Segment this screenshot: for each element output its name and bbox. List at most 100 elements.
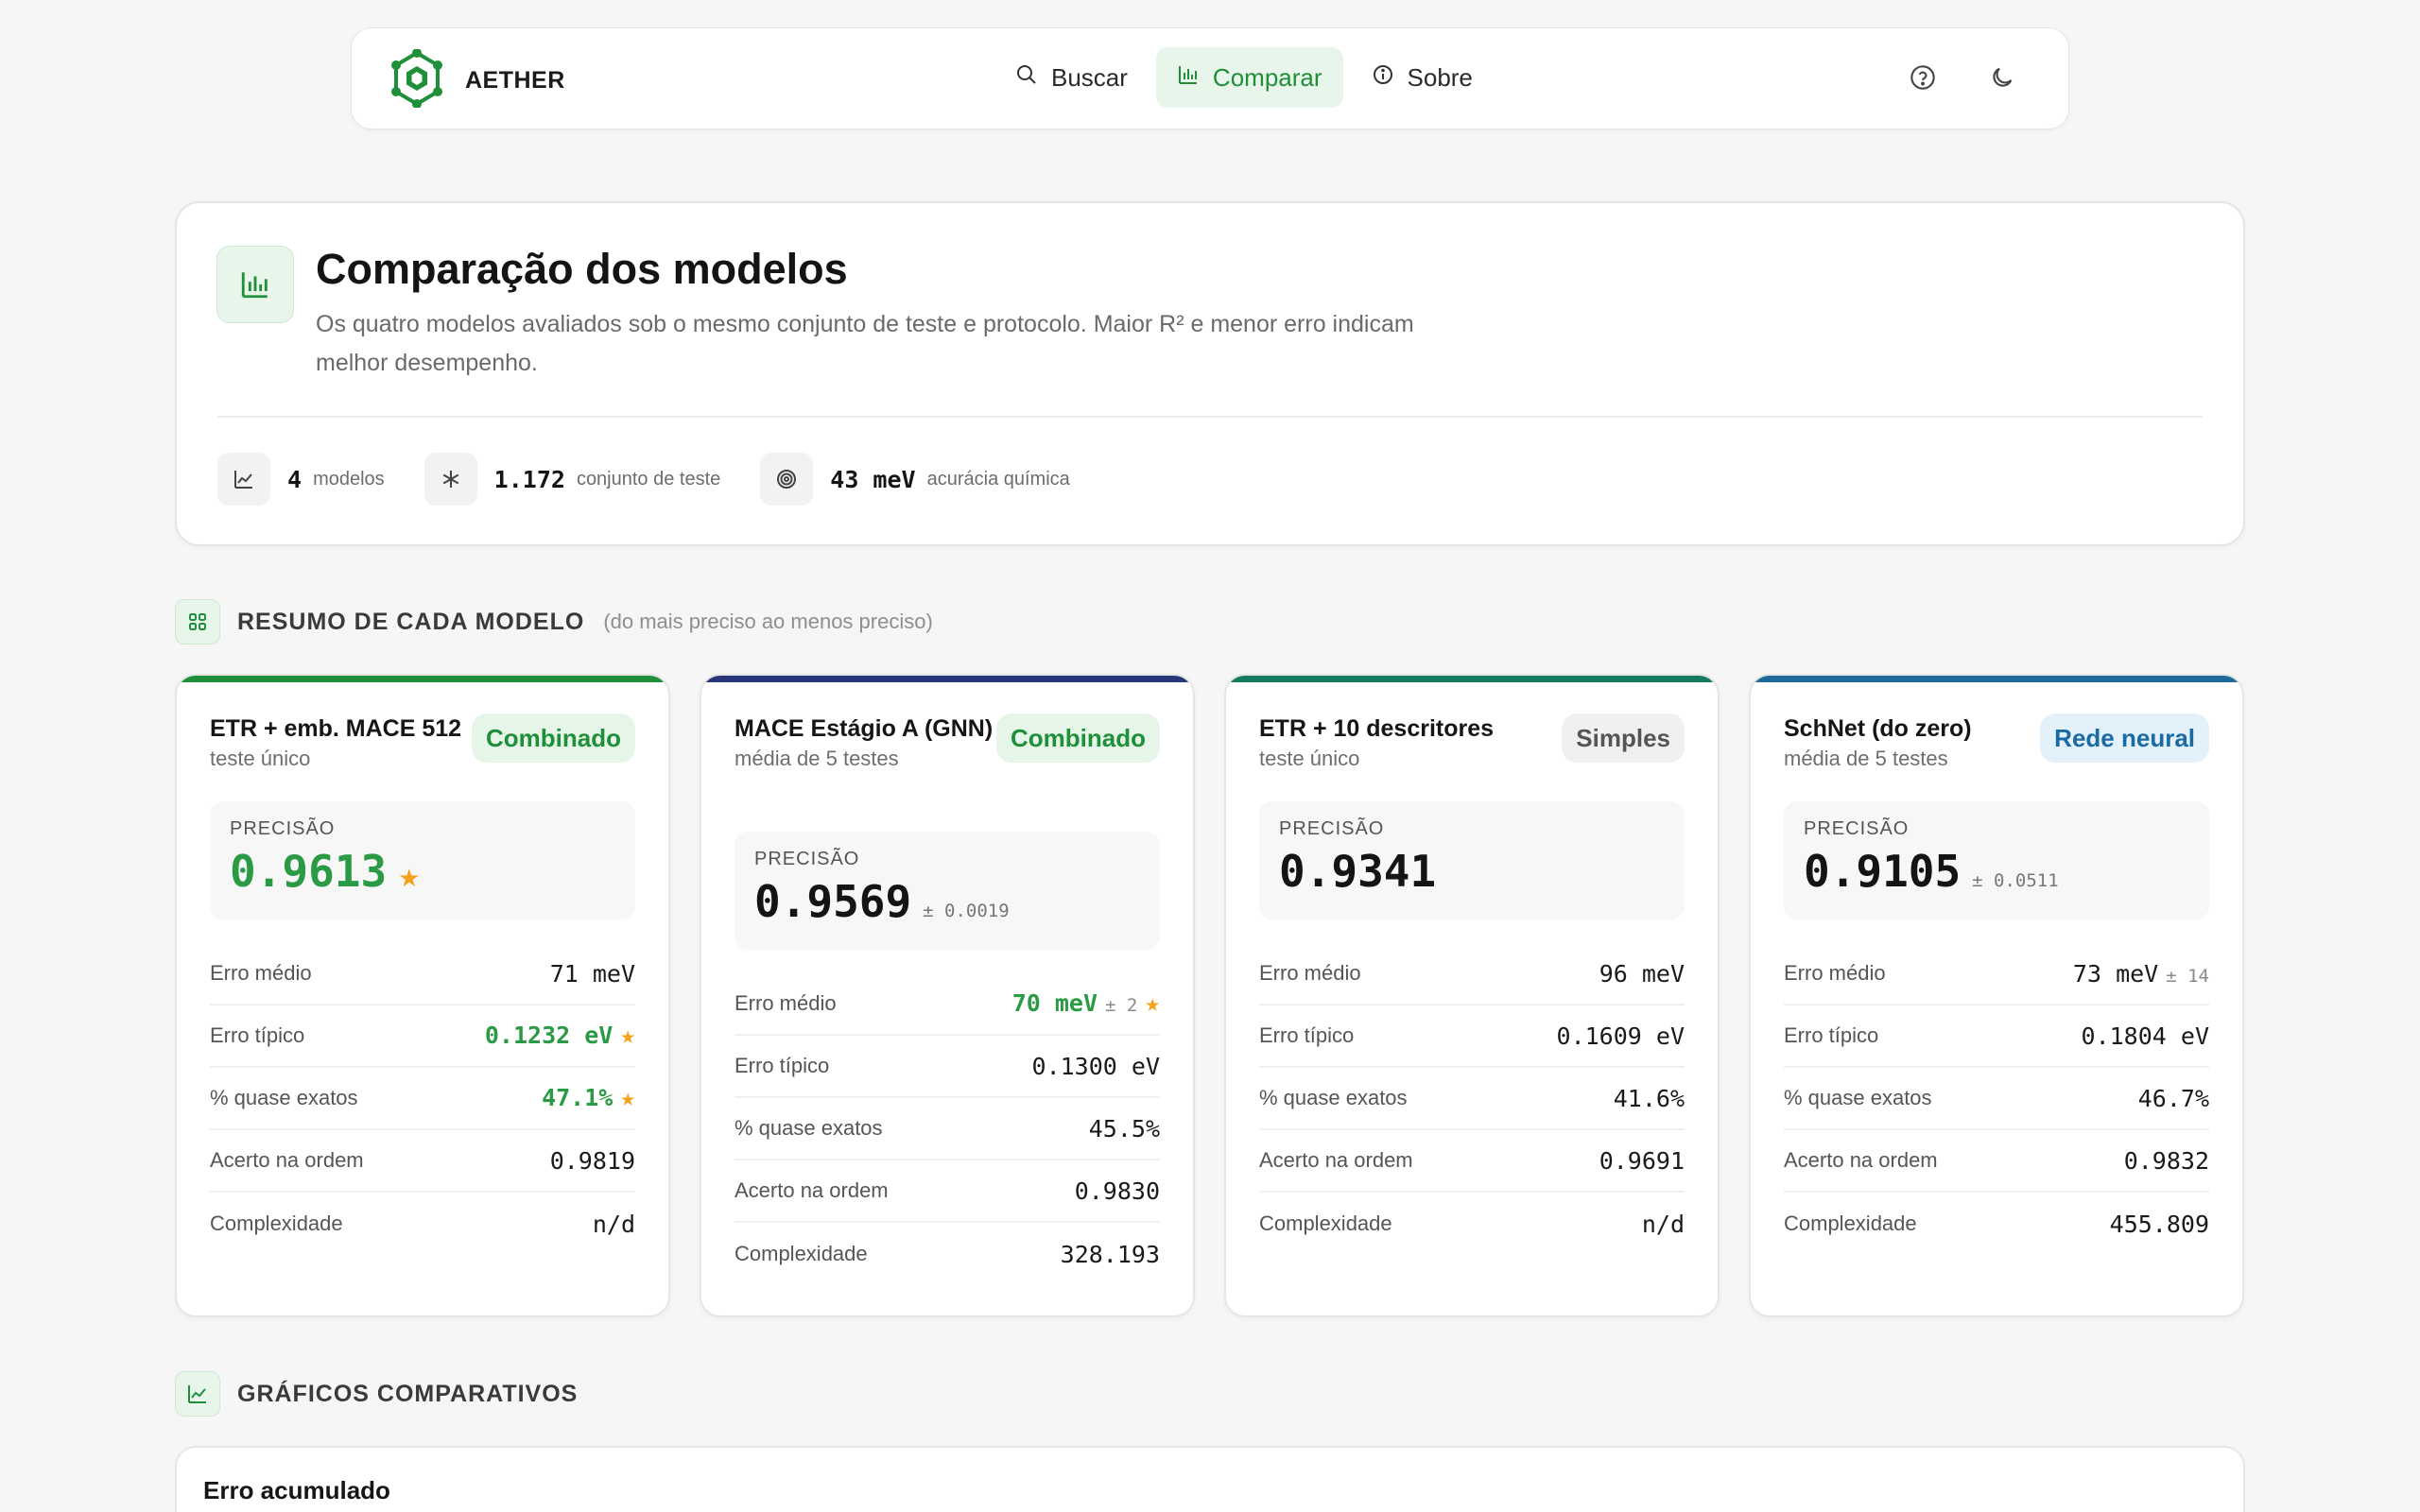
brand[interactable]: AETHER	[388, 48, 565, 112]
star-icon: ★	[620, 1084, 635, 1112]
info-icon	[1372, 63, 1394, 93]
metric-row: % quase exatos 47.1% ★	[210, 1068, 635, 1130]
precision-box: PRECISÃO 0.9341	[1259, 801, 1685, 919]
metric-value-text: n/d	[592, 1210, 635, 1238]
metric-value-text: 0.1232 eV	[484, 1022, 614, 1049]
metric-row: Erro típico 0.1232 eV ★	[210, 1005, 635, 1068]
metric-value-text: 0.9830	[1074, 1177, 1160, 1205]
card-accent-bar	[701, 676, 1193, 682]
model-type-badge: Combinado	[996, 713, 1160, 763]
precision-value: 0.9569	[754, 876, 912, 927]
metric-value-text: 0.1804 eV	[2081, 1022, 2209, 1050]
metric-value: 455.809	[2110, 1211, 2209, 1238]
metric-value: 46.7%	[2138, 1085, 2209, 1112]
metric-row: Erro típico 0.1609 eV	[1259, 1005, 1685, 1068]
chart-title: Erro acumulado	[203, 1476, 390, 1504]
metric-label: Erro típico	[735, 1054, 830, 1077]
metric-row: Complexidade 328.193	[735, 1223, 1160, 1285]
precision-label: PRECISÃO	[1279, 818, 1385, 839]
target-icon	[760, 453, 814, 506]
precision-box: PRECISÃO 0.9569 ± 0.0019	[735, 832, 1160, 950]
precision-value: 0.9341	[1279, 846, 1437, 897]
model-card: SchNet (do zero) média de 5 testes Rede …	[1749, 674, 2244, 1317]
stat-label: conjunto de teste	[576, 468, 721, 490]
metrics-list: Erro médio 73 meV ± 14 Erro típico 0.1804 e…	[1784, 943, 2209, 1255]
bar-chart-icon	[216, 246, 294, 323]
metric-value-text: 328.193	[1060, 1240, 1160, 1268]
section-subtitle: (do mais preciso ao menos preciso)	[603, 610, 933, 633]
trend-chart-icon	[175, 1371, 220, 1417]
section-title: RESUMO DE CADA MODELO	[237, 608, 585, 635]
metric-value: 0.1609 eV	[1557, 1022, 1685, 1050]
metric-value: 45.5%	[1089, 1115, 1160, 1143]
metric-value-text: 46.7%	[2137, 1084, 2209, 1112]
cumulative-error-chart-card: Erro acumulado	[175, 1446, 2245, 1512]
metric-label: Acerto na ordem	[1784, 1148, 1938, 1172]
stat-label: modelos	[313, 468, 385, 490]
model-card: ETR + emb. MACE 512 teste único Combinad…	[175, 674, 670, 1317]
metric-value: n/d	[593, 1211, 635, 1238]
precision-deviation: ± 0.0019	[923, 901, 1010, 921]
stat-value: 1.172	[493, 465, 565, 493]
metrics-list: Erro médio 71 meV Erro típico 0.1232 eV ★ %…	[210, 943, 635, 1255]
comparison-overview-card: Comparação dos modelos Os quatro modelos…	[175, 201, 2245, 546]
star-icon: ★	[1145, 989, 1160, 1018]
metric-value-text: 0.9691	[1599, 1146, 1685, 1175]
metrics-list: Erro médio 96 meV Erro típico 0.1609 eV % …	[1259, 943, 1685, 1255]
model-name: SchNet (do zero) média de 5 testes	[1784, 714, 2053, 773]
nav-actions	[1902, 59, 2023, 100]
metric-label: Complexidade	[1259, 1211, 1392, 1235]
nav-link-buscar[interactable]: Buscar	[994, 47, 1149, 108]
precision-box: PRECISÃO 0.9613 ★	[210, 801, 635, 919]
metric-value-text: 70 meV	[1011, 989, 1098, 1017]
metric-value-text: 0.1300 eV	[1031, 1052, 1160, 1080]
bar-chart-icon	[1177, 63, 1200, 93]
metric-row: Erro médio 73 meV ± 14	[1784, 943, 2209, 1005]
metric-row: Erro típico 0.1804 eV	[1784, 1005, 2209, 1068]
metric-value: 0.9832	[2124, 1147, 2209, 1175]
theme-toggle-button[interactable]	[1981, 59, 2023, 100]
nav-link-label: Buscar	[1051, 62, 1128, 92]
metric-label: % quase exatos	[1784, 1086, 1932, 1109]
brand-name: AETHER	[465, 67, 565, 94]
metric-row: Complexidade n/d	[1259, 1193, 1685, 1255]
model-subtitle: média de 5 testes	[735, 747, 899, 770]
precision-label: PRECISÃO	[1804, 818, 1910, 839]
help-button[interactable]	[1902, 59, 1944, 100]
metric-value-text: 0.9819	[549, 1146, 635, 1175]
stat-value: 4	[287, 465, 302, 493]
metric-row: Acerto na ordem 0.9832	[1784, 1130, 2209, 1193]
stat-chemical-accuracy: 43 meV acurácia química	[760, 453, 1070, 506]
divider	[217, 416, 2203, 418]
section-title: GRÁFICOS COMPARATIVOS	[237, 1380, 579, 1407]
asterisk-icon	[424, 453, 477, 506]
metric-value: 0.9819	[550, 1147, 635, 1175]
metric-value-text: 45.5%	[1088, 1114, 1160, 1143]
card-accent-bar	[177, 676, 668, 682]
metric-row: Erro médio 71 meV	[210, 943, 635, 1005]
nav-link-comparar[interactable]: Comparar	[1155, 47, 1343, 108]
metric-row: % quase exatos 46.7%	[1784, 1068, 2209, 1130]
metric-row: % quase exatos 45.5%	[735, 1098, 1160, 1160]
metric-label: % quase exatos	[1259, 1086, 1408, 1109]
metric-value-text: 47.1%	[542, 1084, 614, 1111]
metric-label: Erro médio	[1784, 961, 1886, 985]
nav-link-sobre[interactable]: Sobre	[1351, 47, 1494, 108]
metric-row: Erro médio 96 meV	[1259, 943, 1685, 1005]
metric-label: Complexidade	[1784, 1211, 1917, 1235]
metric-value-text: n/d	[1641, 1210, 1685, 1238]
metric-value: 71 meV	[550, 960, 635, 988]
model-name: MACE Estágio A (GNN) média de 5 testes	[735, 714, 1004, 773]
card-accent-bar	[1751, 676, 2242, 682]
metric-row: Erro médio 70 meV ± 2 ★	[735, 973, 1160, 1036]
stat-test-set: 1.172 conjunto de teste	[424, 453, 721, 506]
metric-row: % quase exatos 41.6%	[1259, 1068, 1685, 1130]
stats-row: 4 modelos 1.172 conjunto de teste 43 meV…	[217, 453, 1070, 506]
metric-value: 328.193	[1061, 1241, 1160, 1268]
metric-value-text: 0.9832	[2123, 1146, 2209, 1175]
metric-label: Erro típico	[1784, 1023, 1879, 1047]
nav-link-label: Comparar	[1212, 62, 1322, 92]
stat-value: 43 meV	[830, 465, 916, 493]
precision-value: 0.9105	[1804, 846, 1962, 897]
stat-models: 4 modelos	[217, 453, 385, 506]
